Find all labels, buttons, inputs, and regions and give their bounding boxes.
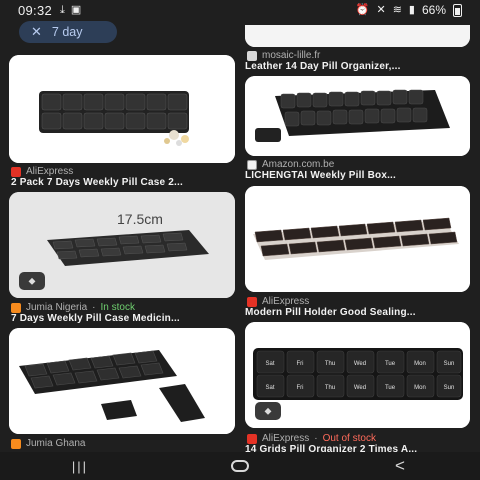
recents-button[interactable]: ||| xyxy=(50,452,110,480)
out-of-stock-label: Out of stock xyxy=(322,433,376,444)
pill-day-label: Sun xyxy=(444,361,455,367)
pill-day-label: Sun xyxy=(444,385,455,391)
pill-day-label: Fri xyxy=(297,385,304,391)
result-source-r3: Amazon.com.be xyxy=(247,159,334,170)
result-title-r4[interactable]: 7 Days Weekly Pill Case Medicin... xyxy=(11,313,235,324)
gallery-icon: ▣ xyxy=(70,3,82,16)
result-image-r5[interactable] xyxy=(245,186,470,292)
tag-badge: ⬥ xyxy=(255,402,281,420)
mute-icon: ✕ xyxy=(376,3,386,16)
result-title-r5[interactable]: Modern Pill Holder Good Sealing... xyxy=(245,307,470,318)
jumia-icon xyxy=(11,302,21,313)
pill-case-image xyxy=(245,76,470,156)
tag-icon: ⬥ xyxy=(28,275,36,287)
close-icon[interactable]: ✕ xyxy=(31,24,42,40)
home-button[interactable] xyxy=(210,452,270,480)
result-source-r1: AliExpress xyxy=(11,166,73,177)
alarm-icon: ⏰ xyxy=(355,3,370,16)
pill-day-label: Wed xyxy=(354,361,366,367)
dimension-label: 17.5cm xyxy=(117,211,163,227)
pill-day-label: Tue xyxy=(385,385,396,391)
pill-day-label: Thu xyxy=(325,361,335,367)
recents-icon: ||| xyxy=(71,458,89,474)
aliexpress-icon xyxy=(247,433,257,444)
home-icon xyxy=(231,460,249,472)
back-button[interactable]: < xyxy=(370,452,430,480)
result-title-r2[interactable]: Leather 14 Day Pill Organizer,... xyxy=(245,61,470,72)
system-nav-bar: ||| < xyxy=(0,452,480,480)
result-title-r1[interactable]: 2 Pack 7 Days Weekly Pill Case 2... xyxy=(11,177,235,188)
pill-day-label: Sat xyxy=(265,385,274,391)
pill-case-image xyxy=(9,328,235,434)
result-source-r2: mosaic-lille.fr xyxy=(247,50,320,61)
back-icon: < xyxy=(395,456,405,475)
battery-icon xyxy=(453,3,462,17)
status-time: 09:32 xyxy=(18,2,53,18)
pill-day-label: Wed xyxy=(354,385,366,391)
result-image-r1[interactable] xyxy=(9,55,235,163)
pill-case-image xyxy=(245,25,470,47)
status-bar: 09:32 ⤓ ▣ ⏰ ✕ ≋ ▮ 66% xyxy=(0,0,480,20)
result-image-r6[interactable] xyxy=(9,328,235,434)
jumia-icon xyxy=(11,438,21,449)
result-image-r7[interactable]: Sat Fri Thu Wed Tue Mon Sun Sat Fri Thu … xyxy=(245,322,470,428)
pill-day-label: Fri xyxy=(297,361,304,367)
pill-day-label: Mon xyxy=(414,385,426,391)
result-image-r3[interactable] xyxy=(245,76,470,156)
mosaic-icon xyxy=(247,50,257,61)
result-image-r4[interactable]: 17.5cm ⬥ xyxy=(9,192,235,298)
result-source-r5: AliExpress xyxy=(247,296,309,307)
filter-chip-7-day[interactable]: ✕ 7 day xyxy=(19,21,117,43)
amazon-icon xyxy=(247,159,257,170)
in-stock-label: In stock xyxy=(100,302,135,313)
battery-percent: 66% xyxy=(421,3,446,17)
pill-day-label: Mon xyxy=(414,361,426,367)
aliexpress-icon xyxy=(11,166,21,177)
result-source-r7: AliExpress · Out of stock xyxy=(247,433,376,444)
result-image-r2[interactable] xyxy=(245,25,470,47)
filter-chip-label: 7 day xyxy=(51,25,83,39)
result-source-r4: Jumia Nigeria · In stock xyxy=(11,302,135,313)
download-icon: ⤓ xyxy=(60,3,65,16)
wifi-icon: ≋ xyxy=(392,3,402,16)
signal-icon: ▮ xyxy=(408,3,415,16)
pill-case-image xyxy=(245,186,470,292)
pill-day-label: Tue xyxy=(385,361,396,367)
result-title-r3[interactable]: LICHENGTAI Weekly Pill Box... xyxy=(245,170,470,181)
tag-icon: ⬥ xyxy=(264,405,272,417)
tag-badge: ⬥ xyxy=(19,272,45,290)
pill-day-label: Thu xyxy=(325,385,335,391)
aliexpress-icon xyxy=(247,296,257,307)
pill-case-image xyxy=(9,55,235,163)
result-source-r6: Jumia Ghana xyxy=(11,438,85,449)
pill-day-label: Sat xyxy=(265,361,274,367)
